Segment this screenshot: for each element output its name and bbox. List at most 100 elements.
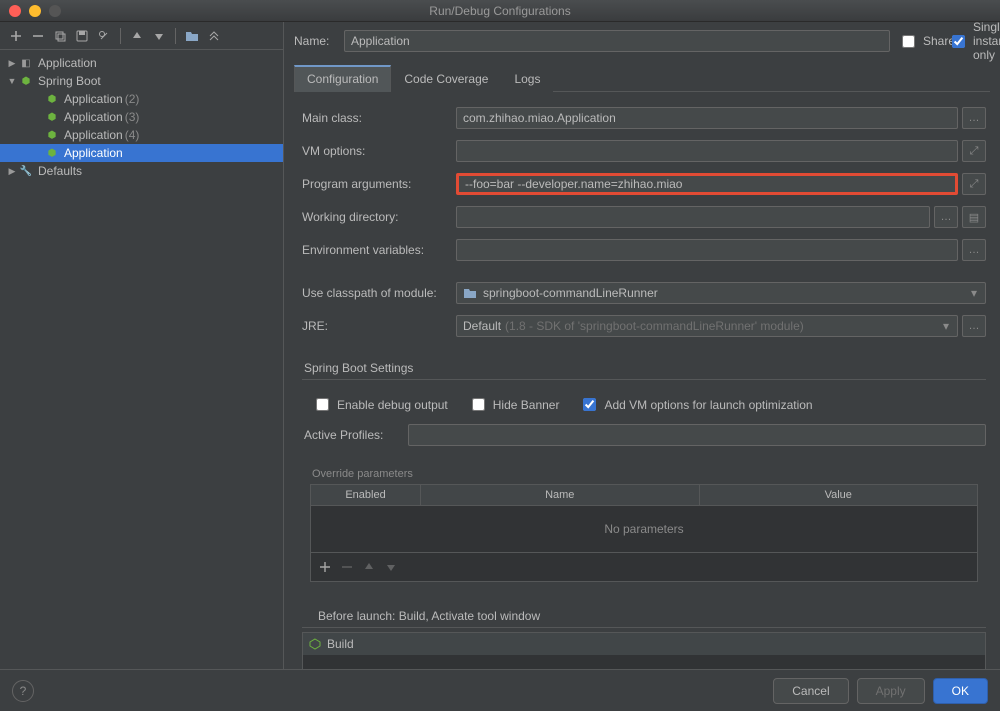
tab-code-coverage[interactable]: Code Coverage <box>391 65 501 92</box>
single-instance-checkbox-input[interactable] <box>952 35 965 48</box>
help-button[interactable]: ? <box>12 680 34 702</box>
tree-node-spring-boot-type[interactable]: ⬢ Spring Boot <box>0 72 283 90</box>
before-launch-item-label: Build <box>327 637 354 651</box>
single-instance-checkbox-label: Single instance only <box>973 22 1000 62</box>
tree-node-defaults[interactable]: 🔧 Defaults <box>0 162 283 180</box>
apply-button[interactable]: Apply <box>857 678 925 704</box>
name-input[interactable] <box>344 30 890 52</box>
separator <box>120 28 121 44</box>
env-vars-input[interactable] <box>456 239 958 261</box>
remove-config-button[interactable] <box>28 26 48 46</box>
minimize-window-icon[interactable] <box>29 5 41 17</box>
tree-label: Defaults <box>38 164 82 178</box>
module-icon <box>463 287 477 299</box>
override-parameters-section: Override parameters Enabled Name Value N… <box>310 464 978 582</box>
jre-value: Default <box>463 319 501 333</box>
vm-options-input[interactable] <box>456 140 958 162</box>
tree-label: Spring Boot <box>38 74 101 88</box>
tree-item-application-3[interactable]: ⬢ Application (3) <box>0 108 283 126</box>
ok-button[interactable]: OK <box>933 678 988 704</box>
hide-banner-checkbox[interactable]: Hide Banner <box>468 395 560 414</box>
tree-item-application-selected[interactable]: ⬢ Application <box>0 144 283 162</box>
share-checkbox[interactable]: Share <box>898 32 940 51</box>
config-tabs: Configuration Code Coverage Logs <box>294 64 990 92</box>
tab-logs[interactable]: Logs <box>501 65 553 92</box>
chevron-right-icon[interactable] <box>6 166 18 177</box>
override-col-name: Name <box>421 485 700 505</box>
cancel-button[interactable]: Cancel <box>773 678 848 704</box>
override-parameters-header: Override parameters <box>310 464 978 484</box>
classpath-module-value: springboot-commandLineRunner <box>483 286 658 300</box>
vm-options-label: VM options: <box>302 144 450 158</box>
move-down-button[interactable] <box>149 26 169 46</box>
hide-banner-input[interactable] <box>472 398 485 411</box>
zoom-window-icon[interactable] <box>49 5 61 17</box>
tree-node-application-type[interactable]: ◧ Application <box>0 54 283 72</box>
browse-jre-button[interactable]: … <box>962 315 986 337</box>
spring-boot-icon: ⬢ <box>44 145 60 161</box>
add-vm-options-label: Add VM options for launch optimization <box>604 398 812 412</box>
spring-boot-icon: ⬢ <box>44 109 60 125</box>
classpath-module-select[interactable]: springboot-commandLineRunner <box>456 282 986 304</box>
chevron-down-icon[interactable] <box>6 76 18 86</box>
configuration-form: Main class: … VM options: ⤢ Program argu… <box>294 96 990 669</box>
add-config-button[interactable] <box>6 26 26 46</box>
save-config-button[interactable] <box>72 26 92 46</box>
tree-label: Application <box>64 128 123 142</box>
configuration-tree[interactable]: ◧ Application ⬢ Spring Boot ⬢ Applicatio… <box>0 50 283 669</box>
override-remove-button[interactable] <box>337 557 357 577</box>
browse-working-dir-button[interactable]: … <box>934 206 958 228</box>
override-down-button[interactable] <box>381 557 401 577</box>
jre-select[interactable]: Default (1.8 - SDK of 'springboot-comman… <box>456 315 958 337</box>
insert-macro-button[interactable]: ▤ <box>962 206 986 228</box>
add-vm-options-checkbox[interactable]: Add VM options for launch optimization <box>579 395 812 414</box>
expand-vm-options-button[interactable]: ⤢ <box>962 140 986 162</box>
enable-debug-output-checkbox[interactable]: Enable debug output <box>312 395 448 414</box>
spring-boot-settings-header: Spring Boot Settings <box>302 361 986 380</box>
before-launch-item-build[interactable]: Build <box>303 633 985 655</box>
application-type-icon: ◧ <box>18 55 34 71</box>
active-profiles-input[interactable] <box>408 424 986 446</box>
window-traffic-lights <box>0 5 61 17</box>
configuration-editor: Name: Share Single instance only Configu… <box>284 22 1000 669</box>
program-arguments-label: Program arguments: <box>302 177 450 191</box>
tree-count: (4) <box>125 128 140 142</box>
expand-program-arguments-button[interactable]: ⤢ <box>962 173 986 195</box>
tree-count: (3) <box>125 110 140 124</box>
hide-banner-label: Hide Banner <box>493 398 560 412</box>
tree-count: (2) <box>125 92 140 106</box>
override-up-button[interactable] <box>359 557 379 577</box>
name-label: Name: <box>294 34 336 48</box>
override-add-button[interactable] <box>315 557 335 577</box>
working-directory-label: Working directory: <box>302 210 450 224</box>
enable-debug-output-label: Enable debug output <box>337 398 448 412</box>
close-window-icon[interactable] <box>9 5 21 17</box>
tree-label: Application <box>38 56 97 70</box>
chevron-right-icon[interactable] <box>6 58 18 69</box>
move-up-button[interactable] <box>127 26 147 46</box>
tree-label: Application <box>64 92 123 106</box>
spring-boot-icon: ⬢ <box>44 91 60 107</box>
edit-defaults-button[interactable] <box>94 26 114 46</box>
working-directory-input[interactable] <box>456 206 930 228</box>
before-launch-list[interactable]: Build <box>302 632 986 669</box>
tab-configuration[interactable]: Configuration <box>294 65 391 92</box>
main-class-input[interactable] <box>456 107 958 129</box>
tree-item-application-2[interactable]: ⬢ Application (2) <box>0 90 283 108</box>
program-arguments-input[interactable] <box>456 173 958 195</box>
folder-button[interactable] <box>182 26 202 46</box>
enable-debug-output-input[interactable] <box>316 398 329 411</box>
before-launch-section: Before launch: Build, Activate tool wind… <box>302 609 986 669</box>
share-checkbox-input[interactable] <box>902 35 915 48</box>
dialog-footer: ? Cancel Apply OK <box>0 669 1000 711</box>
edit-env-vars-button[interactable]: … <box>962 239 986 261</box>
jre-label: JRE: <box>302 319 450 333</box>
copy-config-button[interactable] <box>50 26 70 46</box>
browse-main-class-button[interactable]: … <box>962 107 986 129</box>
add-vm-options-input[interactable] <box>583 398 596 411</box>
collapse-all-button[interactable] <box>204 26 224 46</box>
single-instance-checkbox[interactable]: Single instance only <box>948 22 990 62</box>
tree-item-application-4[interactable]: ⬢ Application (4) <box>0 126 283 144</box>
classpath-module-label: Use classpath of module: <box>302 286 450 300</box>
build-icon <box>309 638 321 650</box>
